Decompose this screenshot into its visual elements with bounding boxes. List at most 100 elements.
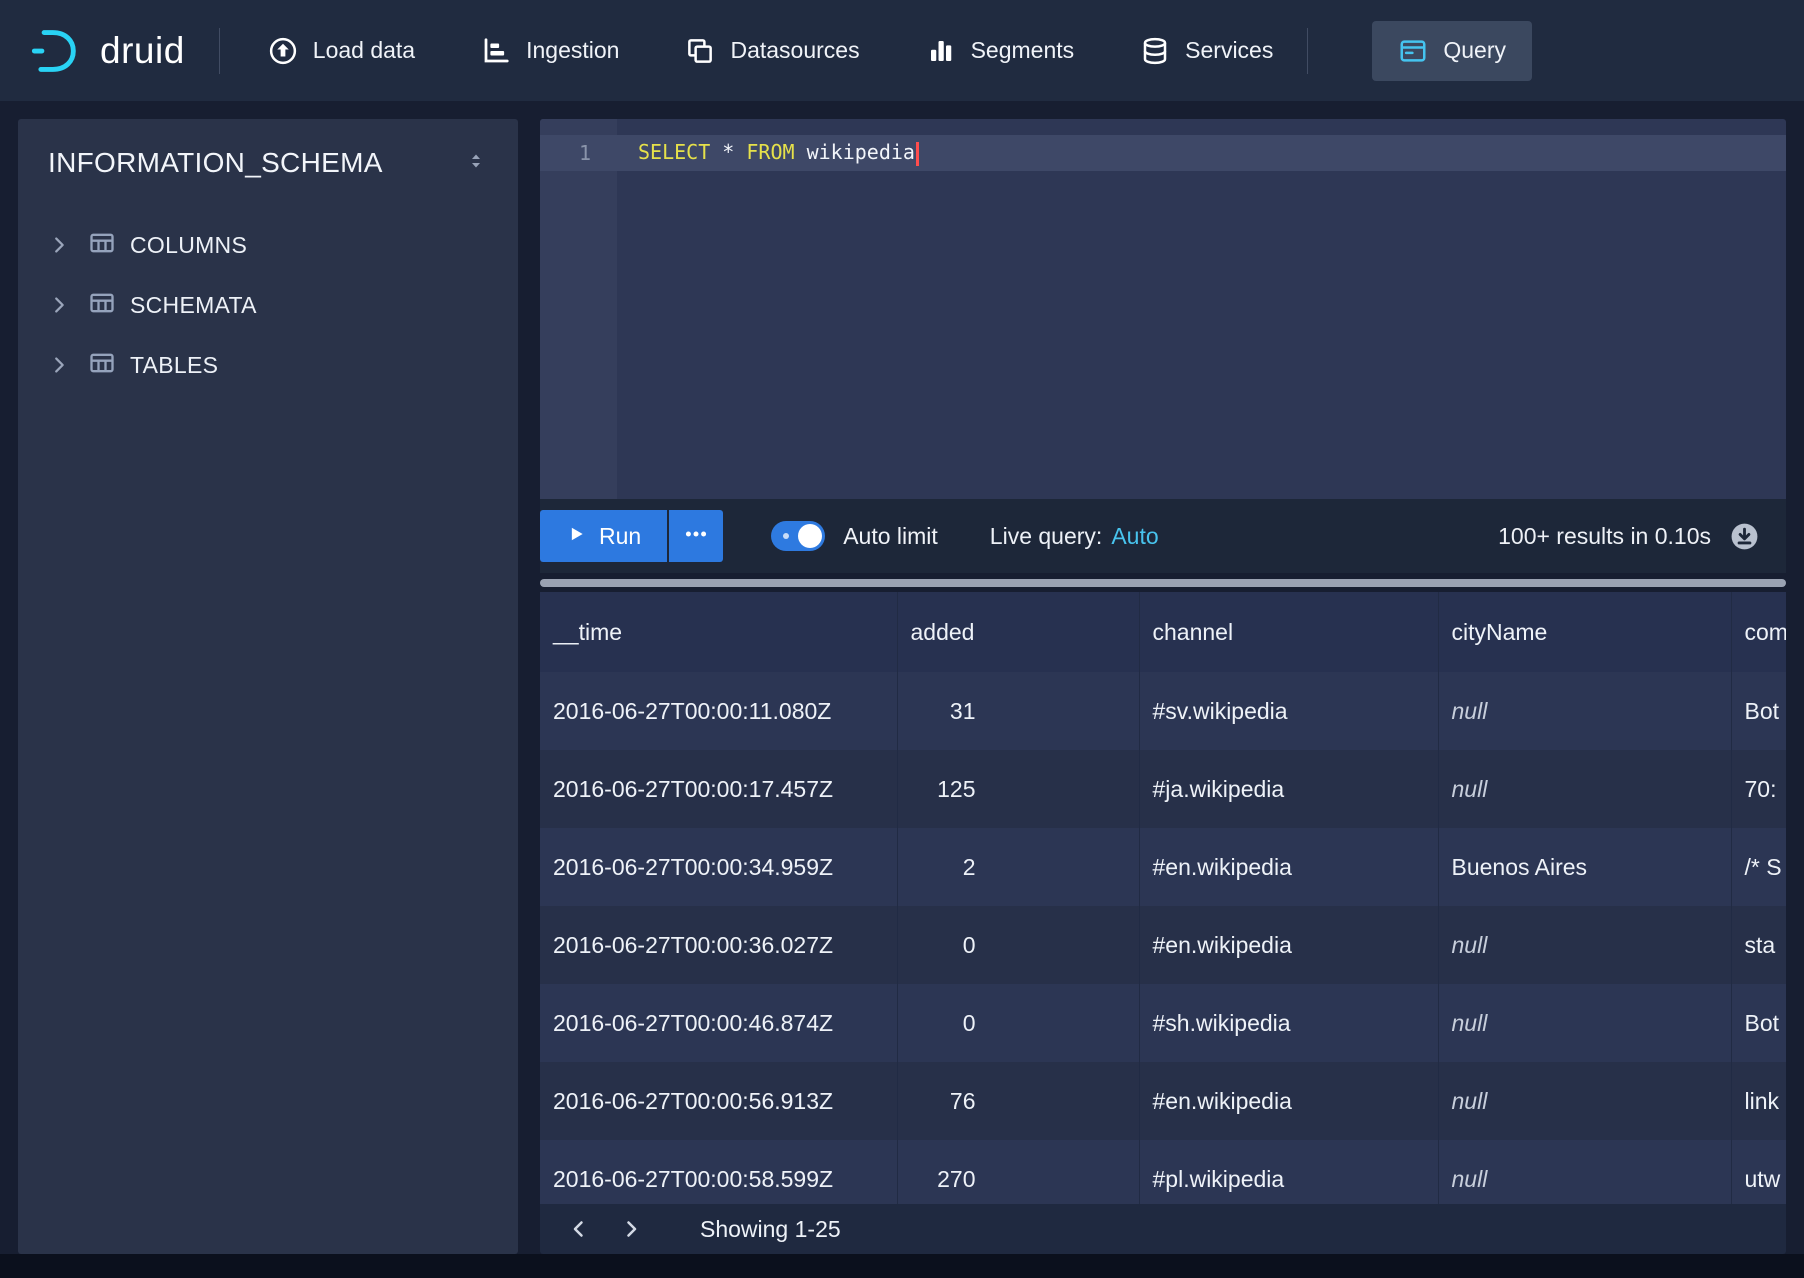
table-cell[interactable]: 270 xyxy=(897,1140,1139,1204)
nav-item-label: Query xyxy=(1443,37,1506,64)
tree-item-label: TABLES xyxy=(130,352,218,379)
column-header-time[interactable]: __time xyxy=(540,592,897,672)
table-cell[interactable]: #pl.wikipedia xyxy=(1139,1140,1438,1204)
sql-editor[interactable]: 1 SELECT * FROM wikipedia xyxy=(540,119,1786,499)
table-row: 2016-06-27T00:00:36.027Z 0 #en.wikipedia… xyxy=(540,906,1786,984)
nav-item-label: Ingestion xyxy=(526,37,619,64)
table-cell[interactable]: #en.wikipedia xyxy=(1139,1062,1438,1140)
table-header-row: __time added channel cityName comment xyxy=(540,592,1786,672)
tree-item-label: SCHEMATA xyxy=(130,292,257,319)
schema-tree: COLUMNS SCHEMATA xyxy=(48,215,488,395)
table-cell[interactable]: null xyxy=(1438,1140,1731,1204)
druid-logo-icon xyxy=(28,25,84,77)
sql-keyword: SELECT xyxy=(638,140,710,164)
table-cell[interactable]: Bot xyxy=(1731,672,1786,750)
table-cell[interactable]: null xyxy=(1438,1062,1731,1140)
results-area: __time added channel cityName comment 20… xyxy=(540,592,1786,1204)
schema-sidebar: INFORMATION_SCHEMA COLUMN xyxy=(18,119,518,1254)
query-main: 1 SELECT * FROM wikipedia Run xyxy=(540,119,1786,1254)
table-cell[interactable]: 2016-06-27T00:00:34.959Z xyxy=(540,828,897,906)
table-cell[interactable]: #en.wikipedia xyxy=(1139,906,1438,984)
column-header-comment[interactable]: comment xyxy=(1731,592,1786,672)
table-cell[interactable]: null xyxy=(1438,672,1731,750)
results-table: __time added channel cityName comment 20… xyxy=(540,592,1786,1204)
table-cell[interactable]: Bot xyxy=(1731,984,1786,1062)
live-query-value[interactable]: Auto xyxy=(1111,523,1158,550)
table-row: 2016-06-27T00:00:46.874Z 0 #sh.wikipedia… xyxy=(540,984,1786,1062)
tree-item-schemata[interactable]: SCHEMATA xyxy=(48,275,488,335)
query-icon xyxy=(1398,36,1428,66)
table-cell[interactable]: 2 xyxy=(897,828,1139,906)
table-cell[interactable]: null xyxy=(1438,984,1731,1062)
next-page-button[interactable] xyxy=(610,1208,652,1250)
table-cell[interactable]: #sv.wikipedia xyxy=(1139,672,1438,750)
table-cell[interactable]: Buenos Aires xyxy=(1438,828,1731,906)
datasources-icon xyxy=(685,36,715,66)
sql-table-name: wikipedia xyxy=(795,140,915,164)
druid-logo[interactable]: druid xyxy=(28,25,185,77)
live-query-label: Live query: xyxy=(990,523,1103,550)
more-options-button[interactable] xyxy=(669,510,723,562)
run-button-label: Run xyxy=(599,523,641,550)
editor-line-1[interactable]: 1 SELECT * FROM wikipedia xyxy=(540,135,1786,171)
nav-item-load-data[interactable]: Load data xyxy=(268,36,415,66)
table-grid-icon xyxy=(88,349,116,382)
column-header-channel[interactable]: channel xyxy=(1139,592,1438,672)
upload-icon xyxy=(268,36,298,66)
column-header-cityname[interactable]: cityName xyxy=(1438,592,1731,672)
sql-text-plain: * xyxy=(710,140,746,164)
nav-item-segments[interactable]: Segments xyxy=(926,36,1075,66)
table-cell[interactable]: link xyxy=(1731,1062,1786,1140)
table-cell[interactable]: 2016-06-27T00:00:56.913Z xyxy=(540,1062,897,1140)
showing-label: Showing 1-25 xyxy=(700,1216,841,1243)
column-header-added[interactable]: added xyxy=(897,592,1139,672)
table-grid-icon xyxy=(88,289,116,322)
ingestion-icon xyxy=(481,36,511,66)
auto-limit-label: Auto limit xyxy=(843,523,938,550)
nav-items: Load data Ingestion Datasources xyxy=(268,36,1274,66)
table-cell[interactable]: 125 xyxy=(897,750,1139,828)
previous-page-button[interactable] xyxy=(558,1208,600,1250)
table-row: 2016-06-27T00:00:34.959Z 2 #en.wikipedia… xyxy=(540,828,1786,906)
table-cell[interactable]: 0 xyxy=(897,906,1139,984)
table-cell[interactable]: null xyxy=(1438,906,1731,984)
table-cell[interactable]: null xyxy=(1438,750,1731,828)
download-button[interactable] xyxy=(1729,521,1760,552)
nav-item-label: Services xyxy=(1185,37,1273,64)
table-cell[interactable]: 2016-06-27T00:00:58.599Z xyxy=(540,1140,897,1204)
table-cell[interactable]: utw xyxy=(1731,1140,1786,1204)
tree-item-tables[interactable]: TABLES xyxy=(48,335,488,395)
results-info: 100+ results in 0.10s xyxy=(1498,523,1711,550)
horizontal-scrollbar[interactable] xyxy=(540,579,1786,587)
table-cell[interactable]: 2016-06-27T00:00:11.080Z xyxy=(540,672,897,750)
divider xyxy=(1307,28,1308,74)
table-cell[interactable]: 2016-06-27T00:00:17.457Z xyxy=(540,750,897,828)
table-cell[interactable]: #sh.wikipedia xyxy=(1139,984,1438,1062)
brand-text: druid xyxy=(100,30,185,72)
table-row: 2016-06-27T00:00:56.913Z 76 #en.wikipedi… xyxy=(540,1062,1786,1140)
run-button[interactable]: Run xyxy=(540,510,667,562)
table-cell[interactable]: 2016-06-27T00:00:46.874Z xyxy=(540,984,897,1062)
nav-item-datasources[interactable]: Datasources xyxy=(685,36,859,66)
table-cell[interactable]: 0 xyxy=(897,984,1139,1062)
table-cell[interactable]: sta xyxy=(1731,906,1786,984)
table-cell[interactable]: 31 xyxy=(897,672,1139,750)
sort-double-caret-icon[interactable] xyxy=(464,149,488,178)
auto-limit-toggle[interactable] xyxy=(771,521,825,551)
nav-item-query[interactable]: Query xyxy=(1372,21,1532,81)
table-cell[interactable]: #en.wikipedia xyxy=(1139,828,1438,906)
table-cell[interactable]: #ja.wikipedia xyxy=(1139,750,1438,828)
nav-item-ingestion[interactable]: Ingestion xyxy=(481,36,619,66)
table-cell[interactable]: 76 xyxy=(897,1062,1139,1140)
play-icon xyxy=(566,523,586,550)
sql-keyword: FROM xyxy=(746,140,794,164)
table-cell[interactable]: /* S xyxy=(1731,828,1786,906)
chevron-right-icon xyxy=(48,294,70,316)
content: INFORMATION_SCHEMA COLUMN xyxy=(0,101,1804,1254)
schema-title: INFORMATION_SCHEMA xyxy=(48,147,383,179)
table-cell[interactable]: 70: xyxy=(1731,750,1786,828)
nav-item-label: Load data xyxy=(313,37,415,64)
table-cell[interactable]: 2016-06-27T00:00:36.027Z xyxy=(540,906,897,984)
nav-item-services[interactable]: Services xyxy=(1140,36,1273,66)
tree-item-columns[interactable]: COLUMNS xyxy=(48,215,488,275)
